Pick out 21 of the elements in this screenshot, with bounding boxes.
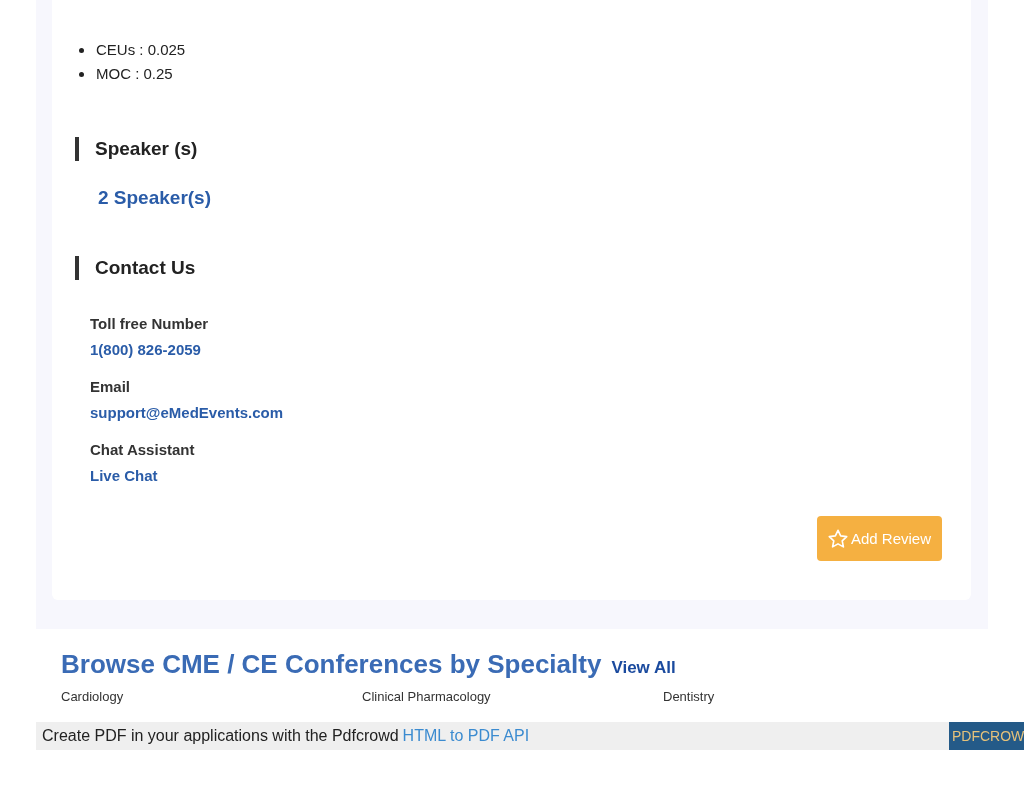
speakers-link[interactable]: 2 Speaker(s): [98, 187, 211, 209]
section-heading: Speaker (s): [75, 137, 971, 161]
banner-text: Create PDF in your applications with the Pdfcrowd: [42, 727, 399, 745]
view-all-link[interactable]: View All: [611, 658, 676, 678]
credit-item: CEUs : 0.025: [96, 41, 186, 58]
specialty-link[interactable]: Cardiology: [61, 686, 124, 708]
contact-link[interactable]: support@eMedEvents.com: [90, 403, 283, 423]
pdfcrowd-badge[interactable]: PDFCROW: [949, 722, 1024, 750]
specialty-link[interactable]: Clinical Pharmacology: [362, 686, 491, 708]
star-icon: [826, 527, 849, 550]
bullet-icon: [79, 48, 84, 53]
section-heading: Contact Us: [75, 256, 971, 280]
contact-label: Toll free Number: [90, 314, 210, 334]
bullet-icon: [79, 72, 84, 77]
contact-label: Email: [90, 377, 132, 397]
contact-link[interactable]: 1(800) 826-2059: [90, 340, 201, 360]
credit-item: MOC : 0.25: [96, 65, 173, 82]
contact-label: Chat Assistant: [90, 440, 196, 460]
contact-link[interactable]: Live Chat: [90, 466, 158, 486]
section-title: Browse CME / CE Conferences by Specialty: [61, 649, 602, 680]
specialty-link[interactable]: Dentistry: [663, 686, 715, 708]
